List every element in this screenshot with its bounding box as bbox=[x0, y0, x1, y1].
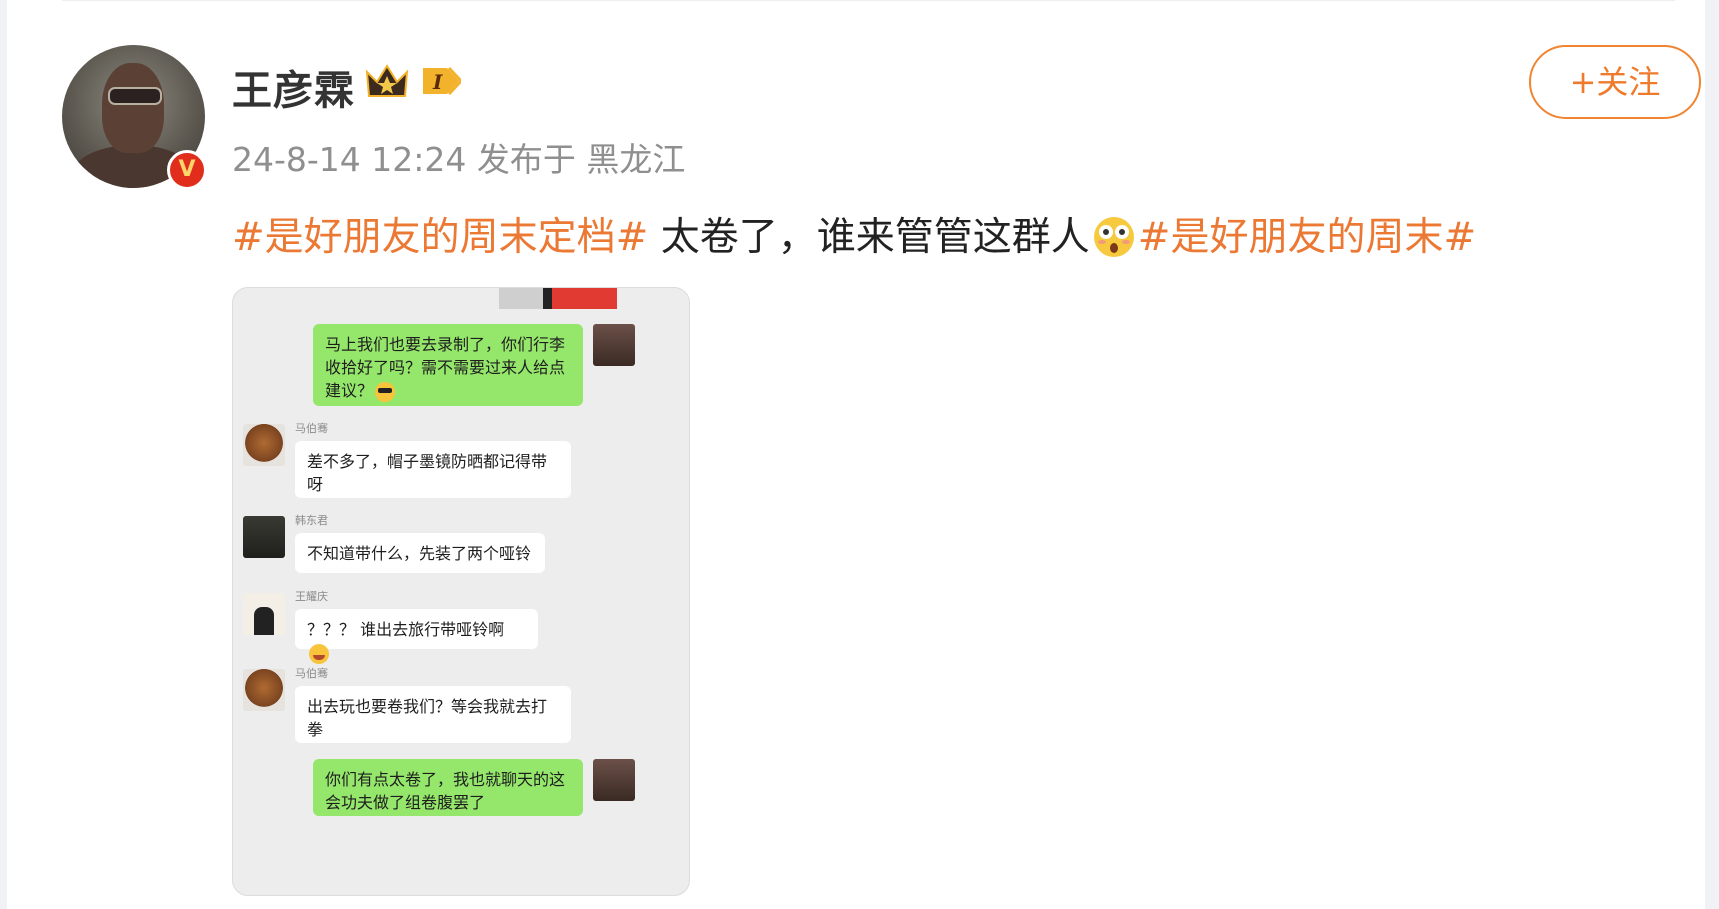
chat-bubble-incoming: ？？？ 谁出去旅行带哑铃啊 bbox=[295, 609, 538, 664]
chat-avatar bbox=[243, 669, 285, 711]
post-body: 太卷了，谁来管管这群人 bbox=[648, 215, 1090, 260]
chat-avatar bbox=[243, 424, 285, 466]
weibo-post-card: V 王彦霖 I 24-8-14 12:24 发布于 黑龙江 +关注 #是好朋友的… bbox=[7, 0, 1705, 909]
chat-avatar bbox=[243, 593, 285, 635]
chat-bubble-incoming: 不知道带什么，先装了两个哑铃 bbox=[295, 533, 545, 573]
post-text: #是好朋友的周末定档# 太卷了，谁来管管这群人 #是好朋友的周末# bbox=[232, 206, 1476, 262]
post-timestamp[interactable]: 24-8-14 12:24 bbox=[232, 140, 466, 179]
location-prefix: 发布于 bbox=[476, 140, 576, 179]
chat-bubble-incoming: 出去玩也要卷我们？等会我就去打拳 bbox=[295, 686, 571, 743]
chat-avatar bbox=[593, 324, 635, 366]
chat-sender-name: 马伯骞 bbox=[295, 422, 328, 435]
crown-vip-icon[interactable]: I bbox=[365, 62, 461, 100]
chat-sender-name: 韩东君 bbox=[295, 514, 328, 527]
astonished-face-icon bbox=[1093, 216, 1134, 257]
divider bbox=[62, 0, 1675, 1]
chat-avatar bbox=[593, 759, 635, 801]
chat-avatar bbox=[243, 516, 285, 558]
rolling-laugh-face-icon bbox=[309, 643, 329, 664]
post-location: 黑龙江 bbox=[586, 140, 686, 179]
author-name[interactable]: 王彦霖 bbox=[232, 58, 355, 116]
post-meta: 24-8-14 12:24 发布于 黑龙江 bbox=[232, 133, 685, 181]
hashtag-link[interactable]: #是好朋友的周末定档# bbox=[232, 215, 648, 260]
follow-button[interactable]: +关注 bbox=[1529, 45, 1701, 119]
hashtag-link[interactable]: #是好朋友的周末# bbox=[1138, 215, 1476, 260]
chat-bubble-outgoing: 你们有点太卷了，我也就聊天的这会功夫做了组卷腹罢了 bbox=[313, 759, 583, 816]
vip-level: I bbox=[432, 70, 443, 94]
sunglasses-face-icon bbox=[375, 381, 396, 402]
post-image-chat-screenshot[interactable]: 马上我们也要去录制了，你们行李收拾好了吗？需不需要过来人给点建议？ 马伯骞 差不… bbox=[232, 287, 690, 896]
chat-sender-name: 马伯骞 bbox=[295, 667, 328, 680]
chat-sender-name: 王耀庆 bbox=[295, 590, 328, 603]
verified-v-icon: V bbox=[167, 150, 207, 190]
chat-bubble-incoming: 差不多了，帽子墨镜防晒都记得带呀 bbox=[295, 441, 571, 498]
chat-bubble-outgoing: 马上我们也要去录制了，你们行李收拾好了吗？需不需要过来人给点建议？ bbox=[313, 324, 583, 406]
